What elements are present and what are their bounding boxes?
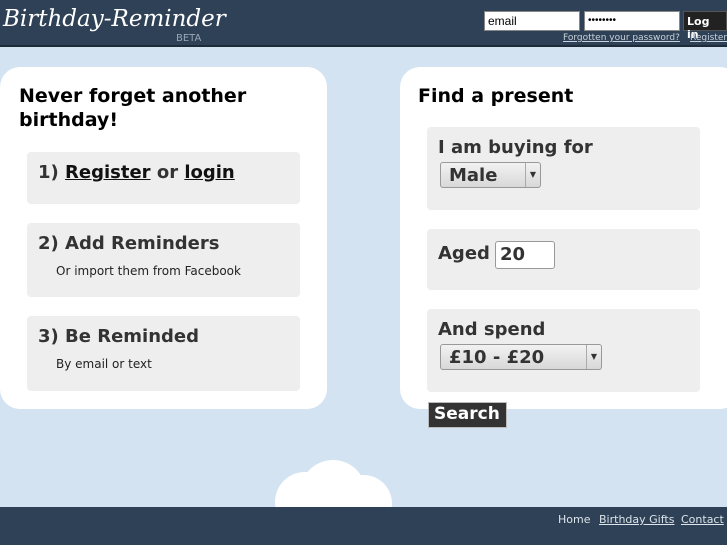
step-add-reminders: 2) Add Reminders Or import them from Fac… xyxy=(27,223,300,297)
step-be-reminded: 3) Be Reminded By email or text xyxy=(27,316,300,391)
gender-select[interactable]: Male ▼ xyxy=(440,162,541,188)
footer: Home Birthday Gifts Contact xyxy=(0,507,727,545)
age-box: Aged 20 xyxy=(427,229,700,290)
intro-title: Never forget another birthday! xyxy=(19,85,247,131)
footer-birthday-gifts-link[interactable]: Birthday Gifts xyxy=(599,513,674,526)
logo[interactable]: Birthday-Reminder xyxy=(3,6,226,32)
aged-label: Aged xyxy=(438,243,490,264)
register-step-link[interactable]: Register xyxy=(65,162,151,183)
chevron-down-icon: ▼ xyxy=(525,163,540,187)
register-link[interactable]: Register xyxy=(690,33,727,43)
spend-box: And spend £10 - £20 ▼ xyxy=(427,309,700,392)
header: Birthday-Reminder BETA email •••••••• Lo… xyxy=(0,0,727,47)
find-present-card: Find a present I am buying for Male ▼ Age… xyxy=(400,67,727,409)
buying-for-box: I am buying for Male ▼ xyxy=(427,127,700,210)
forgot-password-link[interactable]: Forgotten your password? xyxy=(563,33,680,43)
chevron-down-icon: ▼ xyxy=(586,345,601,369)
spend-label: And spend xyxy=(438,319,546,340)
email-input[interactable]: email xyxy=(484,11,580,31)
intro-card: Never forget another birthday! 1) Regist… xyxy=(0,67,327,409)
footer-home-link[interactable]: Home xyxy=(558,513,590,526)
step3-subtitle: By email or text xyxy=(56,357,152,371)
footer-contact-link[interactable]: Contact xyxy=(681,513,724,526)
buying-for-label: I am buying for xyxy=(438,137,593,158)
age-input[interactable]: 20 xyxy=(495,241,555,269)
step2-title: 2) Add Reminders xyxy=(38,233,220,254)
or-text: or xyxy=(150,162,185,183)
login-button[interactable]: Log in xyxy=(683,11,727,41)
search-button[interactable]: Search xyxy=(428,402,507,428)
gender-value: Male xyxy=(449,165,498,186)
step2-subtitle: Or import them from Facebook xyxy=(56,264,241,278)
step-register: 1) Register or login xyxy=(27,152,300,204)
login-step-link[interactable]: login xyxy=(184,162,234,183)
price-value: £10 - £20 xyxy=(449,347,545,368)
step-number: 1) xyxy=(38,162,66,183)
find-present-title: Find a present xyxy=(418,85,574,107)
beta-label: BETA xyxy=(176,33,202,44)
password-input[interactable]: •••••••• xyxy=(584,11,680,31)
step3-title: 3) Be Reminded xyxy=(38,326,199,347)
price-select[interactable]: £10 - £20 ▼ xyxy=(440,344,602,370)
